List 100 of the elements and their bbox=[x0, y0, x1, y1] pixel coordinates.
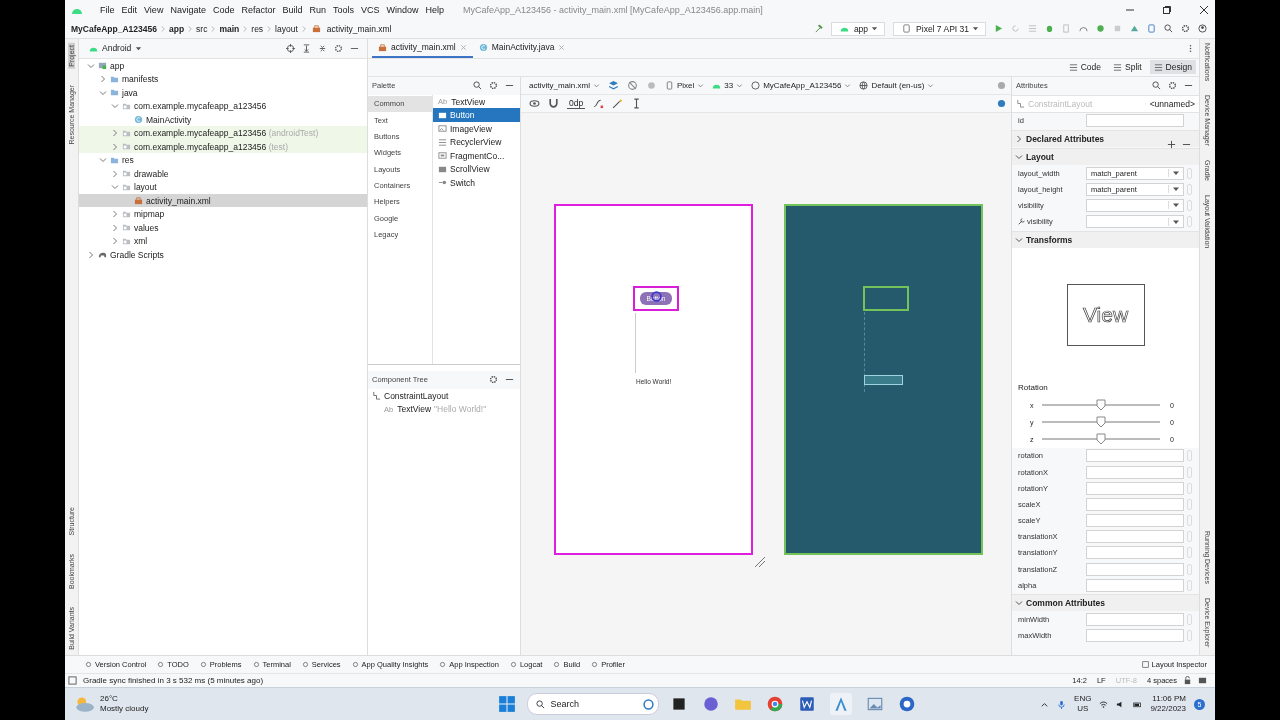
magnet-icon[interactable] bbox=[548, 97, 559, 109]
close-icon[interactable] bbox=[1199, 4, 1209, 15]
palette-item[interactable]: FragmentCo... bbox=[433, 148, 520, 163]
search-icon[interactable] bbox=[473, 81, 482, 91]
palette-item[interactable]: ScrollView bbox=[433, 162, 520, 176]
studio-icon[interactable] bbox=[829, 693, 852, 716]
attribute-field[interactable] bbox=[1086, 530, 1184, 544]
section-header[interactable]: Common Attributes bbox=[1012, 594, 1199, 612]
browser-icon[interactable] bbox=[765, 695, 784, 714]
microphone-icon[interactable] bbox=[1057, 699, 1067, 709]
battery-icon[interactable] bbox=[1133, 699, 1143, 709]
tree-item[interactable]: xml bbox=[79, 234, 367, 248]
attribute-field[interactable] bbox=[1086, 497, 1184, 511]
component-tree-item[interactable]: ConstraintLayout bbox=[368, 388, 520, 403]
clear-constraints-icon[interactable] bbox=[593, 97, 605, 109]
restore-icon[interactable] bbox=[1162, 4, 1172, 15]
panel-toggle-icon[interactable] bbox=[68, 676, 77, 686]
tree-item[interactable]: com.example.mycafeapp_a123456 bbox=[79, 99, 367, 113]
menu-item[interactable]: VCS bbox=[361, 4, 380, 15]
palette-item[interactable]: Button bbox=[433, 108, 520, 122]
night-mode-icon[interactable] bbox=[645, 79, 657, 91]
bug-icon[interactable] bbox=[1045, 24, 1054, 34]
add-icon[interactable] bbox=[1167, 139, 1176, 149]
memory-icon[interactable] bbox=[1198, 676, 1207, 686]
breadcrumb-item[interactable]: src bbox=[196, 23, 208, 34]
lock-icon[interactable] bbox=[1183, 676, 1192, 686]
tree-item[interactable]: java bbox=[79, 85, 367, 100]
phone-icon[interactable] bbox=[1147, 24, 1156, 34]
settings-icon[interactable] bbox=[334, 43, 343, 53]
weather-icon[interactable] bbox=[73, 695, 95, 714]
list-icon[interactable] bbox=[1028, 24, 1037, 34]
camera-icon[interactable] bbox=[897, 695, 916, 714]
tree-item[interactable]: Gradle Scripts bbox=[79, 247, 367, 262]
input-language[interactable]: ENG bbox=[1074, 694, 1092, 705]
breadcrumb-item[interactable]: app bbox=[169, 23, 185, 34]
project-view-dropdown[interactable]: Android bbox=[89, 43, 143, 54]
tree-item[interactable]: values bbox=[79, 220, 367, 235]
settings-icon[interactable] bbox=[1168, 81, 1177, 91]
orientation-icon[interactable] bbox=[626, 79, 638, 91]
breadcrumb-item[interactable]: MyCafeApp_A123456 bbox=[71, 23, 157, 34]
attribute-dropdown[interactable] bbox=[1086, 215, 1184, 229]
clock-date[interactable]: 9/22/2023 bbox=[1150, 704, 1186, 715]
collapse-all-icon[interactable] bbox=[318, 43, 327, 53]
api-level-dropdown[interactable]: 33 bbox=[712, 80, 744, 90]
palette-item[interactable]: RecyclerView bbox=[433, 135, 520, 149]
layers-icon[interactable] bbox=[607, 79, 619, 91]
palette-item[interactable]: Switch bbox=[433, 175, 520, 190]
profiler-icon[interactable] bbox=[1079, 24, 1088, 34]
stop-icon[interactable] bbox=[1113, 24, 1122, 34]
attribute-field[interactable] bbox=[1086, 465, 1184, 479]
tree-item[interactable]: MainActivity bbox=[79, 112, 367, 127]
editor-tab[interactable]: activity_main.xml bbox=[372, 38, 473, 58]
view-mode-button[interactable]: Design bbox=[1149, 60, 1196, 75]
view-mode-button[interactable]: Split bbox=[1109, 60, 1146, 75]
expand-all-icon[interactable] bbox=[302, 43, 311, 53]
locale-dropdown[interactable]: Default (en-us) bbox=[859, 80, 935, 90]
section-header[interactable]: Layout bbox=[1012, 148, 1199, 165]
device-dropdown[interactable]: Pixel bbox=[664, 80, 705, 90]
settings-icon[interactable] bbox=[1181, 24, 1190, 34]
tree-item[interactable]: drawable bbox=[79, 166, 367, 181]
hammer-icon[interactable] bbox=[813, 24, 823, 34]
attribute-field[interactable] bbox=[1086, 114, 1184, 128]
attach-icon[interactable] bbox=[1062, 24, 1071, 34]
clock-time[interactable]: 11:06 PM bbox=[1152, 694, 1186, 705]
slider-thumb[interactable] bbox=[1096, 433, 1106, 446]
tree-item[interactable]: layout bbox=[79, 180, 367, 194]
text-outline[interactable] bbox=[864, 374, 903, 385]
menu-item[interactable]: Code bbox=[212, 4, 235, 15]
layout-file-dropdown[interactable]: activity_main.xml bbox=[529, 80, 600, 90]
menu-item[interactable]: Refactor bbox=[241, 4, 276, 15]
input-region[interactable]: US bbox=[1077, 704, 1089, 715]
menu-item[interactable]: Navigate bbox=[170, 4, 206, 15]
menu-item[interactable]: Window bbox=[386, 4, 419, 15]
run-configuration-dropdown[interactable]: app bbox=[830, 21, 886, 36]
attribute-dropdown[interactable] bbox=[1086, 198, 1184, 212]
breadcrumb-item[interactable]: res bbox=[251, 23, 264, 34]
tree-item[interactable]: manifests bbox=[79, 72, 367, 86]
settings-icon[interactable] bbox=[489, 375, 498, 385]
attribute-field[interactable] bbox=[1086, 514, 1184, 528]
sync-icon[interactable] bbox=[1096, 24, 1105, 34]
slider-thumb[interactable] bbox=[1096, 399, 1106, 412]
section-header[interactable]: Transforms bbox=[1012, 230, 1199, 248]
search-icon[interactable] bbox=[1152, 81, 1161, 91]
device-dropdown[interactable]: Pixel 7 API 31 bbox=[893, 21, 986, 36]
attribute-field[interactable] bbox=[1086, 629, 1184, 643]
attribute-field[interactable] bbox=[1086, 449, 1184, 463]
menu-item[interactable]: Tools bbox=[333, 4, 354, 15]
menu-item[interactable]: Edit bbox=[121, 4, 138, 15]
run-icon[interactable] bbox=[994, 24, 1003, 34]
button-outline[interactable] bbox=[863, 285, 909, 311]
menu-item[interactable]: Build bbox=[282, 4, 303, 15]
attribute-field[interactable] bbox=[1086, 613, 1184, 626]
breadcrumb-item[interactable]: main bbox=[219, 23, 240, 34]
breadcrumb-item[interactable]: activity_main.xml bbox=[326, 23, 392, 34]
rerun-icon[interactable] bbox=[1011, 24, 1020, 34]
start-icon[interactable] bbox=[497, 695, 516, 714]
menu-item[interactable]: File bbox=[100, 4, 115, 15]
help-icon[interactable] bbox=[997, 98, 1006, 108]
breadcrumb-item[interactable]: layout bbox=[275, 23, 298, 34]
editor-tab[interactable]: MainActivity.java bbox=[472, 38, 572, 58]
